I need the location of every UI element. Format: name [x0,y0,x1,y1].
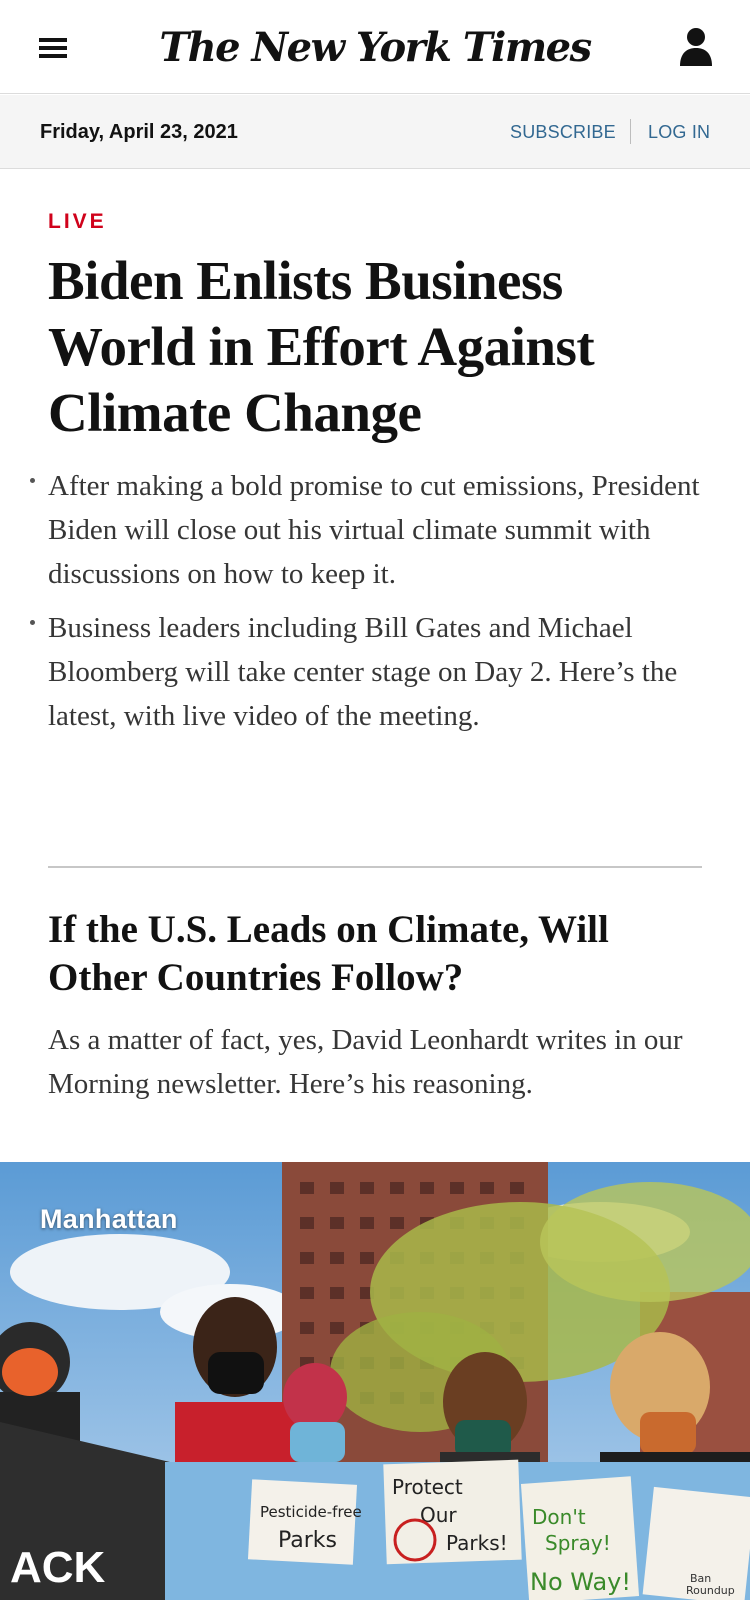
svg-text:ACK: ACK [10,1543,106,1592]
subscribe-link[interactable]: SUBSCRIBE [510,122,616,143]
photo-location-caption: Manhattan [40,1204,178,1234]
nyt-logo[interactable]: The New York Times [150,18,600,78]
bullet-dot-icon [30,620,35,625]
second-headline[interactable]: If the U.S. Leads on Climate, Will Other… [48,906,708,1002]
svg-text:Roundup: Roundup [686,1584,735,1597]
svg-text:Parks!: Parks! [446,1531,508,1555]
svg-text:No Way!: No Way! [530,1568,631,1596]
second-summary: As a matter of fact, yes, David Leonhard… [48,1024,683,1100]
summary-bullet: After making a bold promise to cut emiss… [30,464,708,596]
svg-text:Parks: Parks [278,1528,337,1553]
summary-bullet: Business leaders including Bill Gates an… [30,606,708,738]
lead-headline[interactable]: Biden Enlists Business World in Effort A… [48,248,708,446]
svg-text:Protect: Protect [392,1475,463,1499]
user-account-icon[interactable] [678,26,714,68]
lead-summary-list: After making a bold promise to cut emiss… [30,464,708,748]
logo-text: The New York Times [159,24,592,71]
current-date: Friday, April 23, 2021 [40,121,238,143]
svg-text:Spray!: Spray! [545,1531,611,1555]
bullet-text: Business leaders including Bill Gates an… [48,612,678,732]
bullet-dot-icon [30,478,35,483]
svg-text:Don't: Don't [532,1505,586,1529]
date-bar: Friday, April 23, 2021 SUBSCRIBE LOG IN [0,95,750,169]
bullet-text: After making a bold promise to cut emiss… [48,470,700,590]
section-divider [48,866,702,868]
login-link[interactable]: LOG IN [648,122,710,143]
hamburger-menu-icon[interactable] [36,33,70,61]
top-navigation-bar: The New York Times [0,0,750,94]
live-label: LIVE [48,210,107,233]
svg-text:Pesticide-free: Pesticide-free [260,1503,362,1521]
link-divider [630,119,631,144]
